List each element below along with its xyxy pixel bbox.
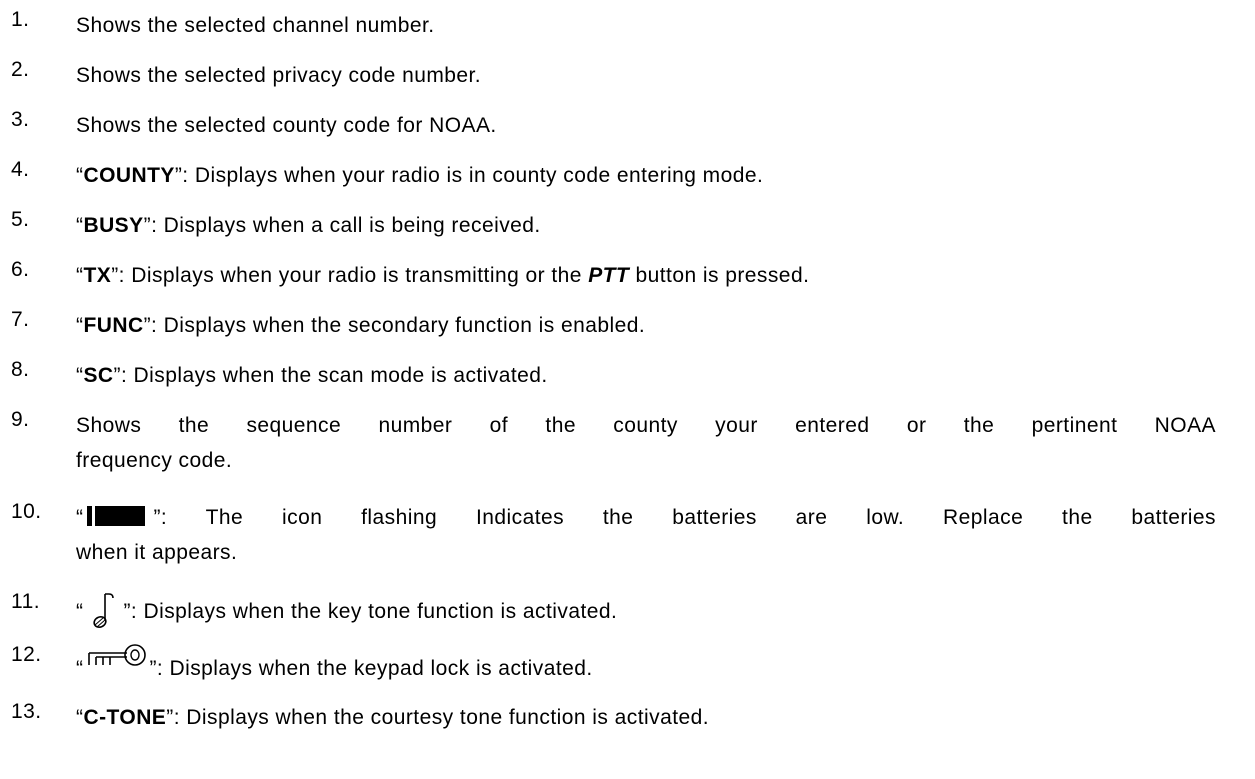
item-number: 7. xyxy=(11,308,30,331)
item-text: “”: Displays when the key tone function … xyxy=(76,590,1216,632)
document-page: 1. Shows the selected channel number. 2.… xyxy=(0,0,1255,779)
item-text: Shows the selected privacy code number. xyxy=(76,64,482,87)
item-number: 1. xyxy=(11,8,30,31)
item-text: Shows the selected county code for NOAA. xyxy=(76,114,497,137)
item-number: 6. xyxy=(11,258,30,281)
item-text-line-2: frequency code. xyxy=(76,449,233,472)
item-text-line-2: when it appears. xyxy=(76,541,238,564)
item-text: “C-TONE”: Displays when the courtesy ton… xyxy=(76,706,710,729)
item-number: 2. xyxy=(11,58,30,81)
item-text: “FUNC”: Displays when the secondary func… xyxy=(76,314,646,337)
item-text-line-1: Shows the sequence number of the county … xyxy=(76,414,1216,437)
item-number: 8. xyxy=(11,358,30,381)
item-number: 10. xyxy=(11,500,42,523)
item-number: 5. xyxy=(11,208,30,231)
item-term: SC xyxy=(83,364,114,387)
item-term: TX xyxy=(83,264,112,287)
item-text-line-1: “”: The icon flashing Indicates the batt… xyxy=(76,506,1216,529)
item-text: “”: The icon flashing Indicates the batt… xyxy=(76,500,1216,570)
item-term: FUNC xyxy=(83,314,144,337)
item-term: BUSY xyxy=(83,214,144,237)
item-number: 11. xyxy=(11,590,40,613)
item-text: “BUSY”: Displays when a call is being re… xyxy=(76,214,541,237)
item-term: COUNTY xyxy=(83,164,175,187)
item-number: 13. xyxy=(11,700,42,723)
item-text: Shows the sequence number of the county … xyxy=(76,408,1216,478)
item-text: “TX”: Displays when your radio is transm… xyxy=(76,264,810,287)
item-number: 12. xyxy=(11,643,42,666)
item-text: Shows the selected channel number. xyxy=(76,14,435,37)
ptt-emphasis: PTT xyxy=(588,264,630,287)
item-number: 4. xyxy=(11,158,30,181)
music-note-icon xyxy=(93,593,115,628)
item-text: “SC”: Displays when the scan mode is act… xyxy=(76,364,548,387)
key-icon xyxy=(88,644,147,666)
item-text: “COUNTY”: Displays when your radio is in… xyxy=(76,164,764,187)
item-number: 9. xyxy=(11,408,30,431)
item-number: 3. xyxy=(11,108,30,131)
battery-low-icon xyxy=(87,506,146,526)
item-text: “”: Displays when the keypad lock is act… xyxy=(76,643,1216,686)
item-term: C-TONE xyxy=(83,706,167,729)
